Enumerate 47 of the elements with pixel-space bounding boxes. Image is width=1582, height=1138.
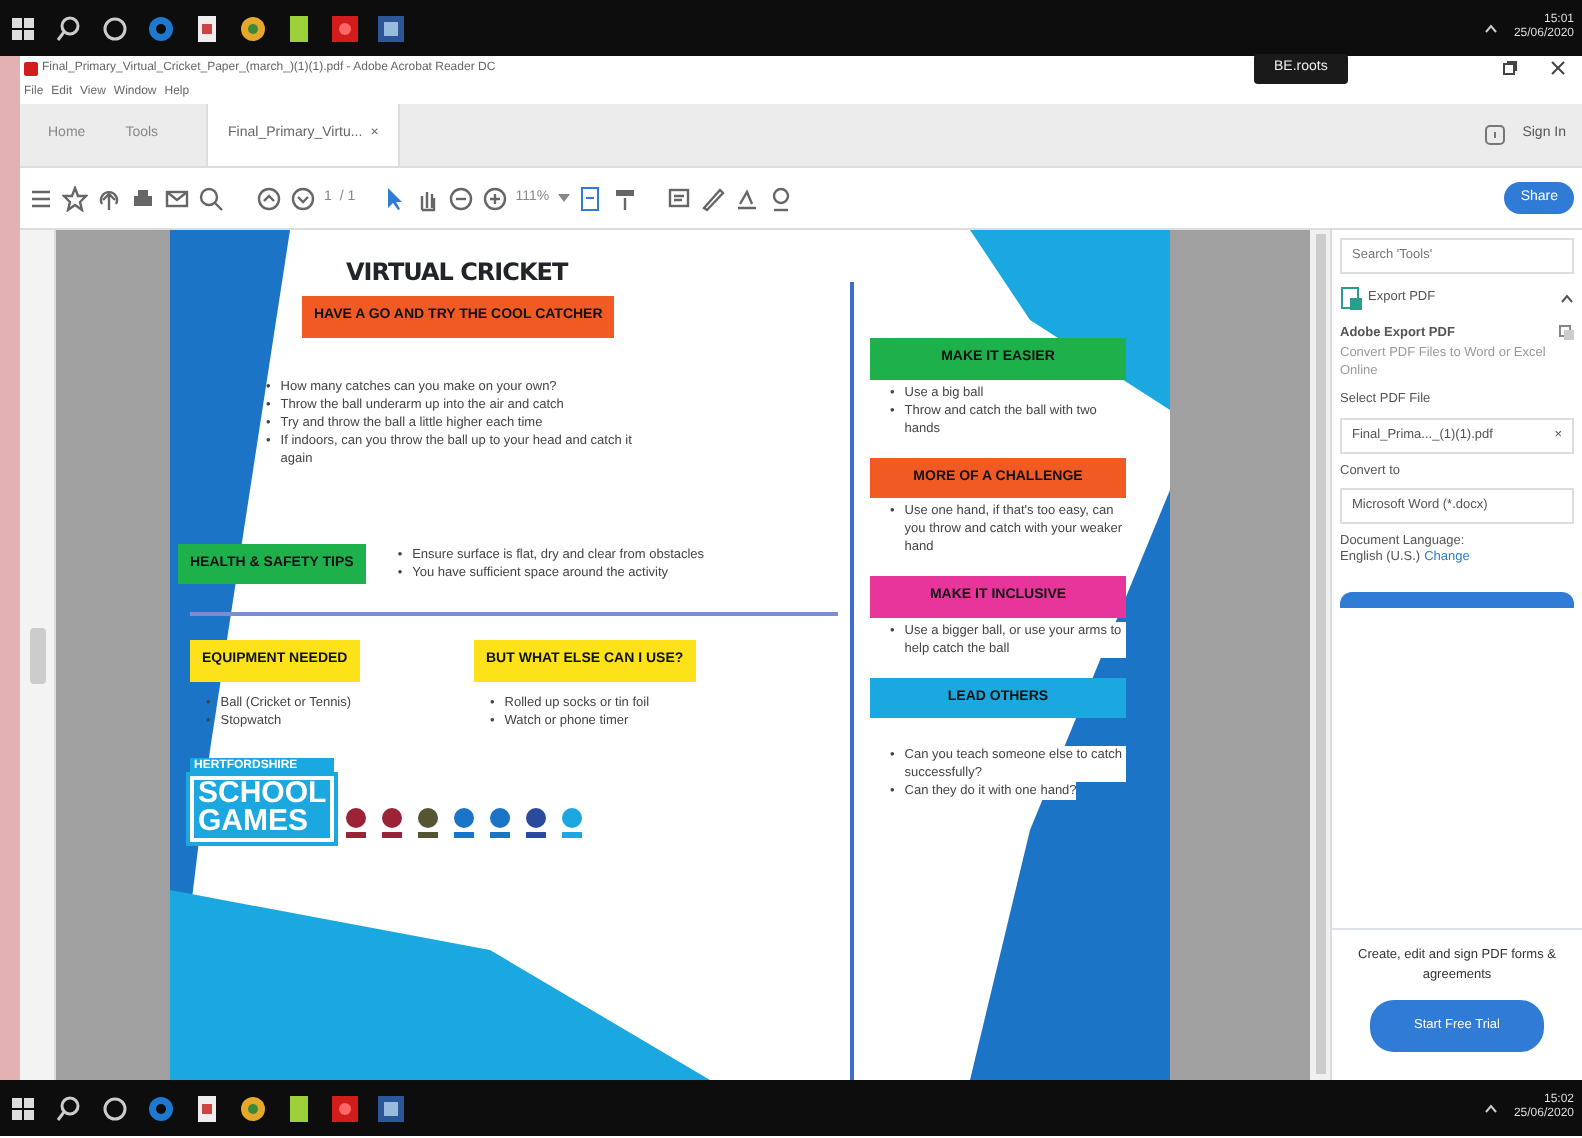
- mail-icon[interactable]: [164, 185, 190, 211]
- restore-icon[interactable]: [1502, 60, 1518, 76]
- browser-icon[interactable]: [146, 1093, 176, 1123]
- pdf-icon[interactable]: [330, 13, 360, 43]
- scroll-mode-icon[interactable]: [611, 185, 638, 211]
- page-up-icon[interactable]: [256, 185, 282, 211]
- stamp-icon[interactable]: [767, 185, 794, 211]
- partner-logo-icon: [486, 805, 515, 842]
- page-fit-icon[interactable]: [577, 185, 604, 211]
- partner-logo-icon: [450, 805, 479, 842]
- circle-icon[interactable]: [100, 13, 130, 43]
- convert-button[interactable]: [1340, 591, 1574, 607]
- partner-logo-icon: [522, 805, 551, 842]
- chevron-up-icon[interactable]: [1560, 293, 1574, 304]
- zoom-out-icon[interactable]: [447, 185, 474, 211]
- circle-icon[interactable]: [100, 1093, 130, 1123]
- upload-icon[interactable]: [96, 185, 122, 211]
- search-icon[interactable]: [54, 13, 84, 43]
- zoom-in-icon[interactable]: [481, 185, 508, 211]
- comment-icon[interactable]: [665, 185, 692, 211]
- copy-icon[interactable]: [1558, 323, 1574, 340]
- notebook-icon[interactable]: [284, 1093, 314, 1123]
- page-down-icon[interactable]: [290, 185, 316, 211]
- help-icon[interactable]: [1484, 124, 1507, 146]
- notebook-icon[interactable]: [284, 13, 314, 43]
- list-icon[interactable]: [28, 185, 54, 211]
- close-icon[interactable]: [1550, 60, 1566, 76]
- school-games-logo: SCHOOL GAMES: [190, 776, 335, 842]
- document-icon[interactable]: [192, 1093, 222, 1123]
- scrollbar-thumb[interactable]: [1315, 234, 1325, 1074]
- sign-icon[interactable]: [733, 185, 760, 211]
- partner-logo-icon: [558, 805, 587, 842]
- caret-icon[interactable]: [557, 194, 570, 202]
- print-icon[interactable]: [130, 185, 156, 211]
- search-icon[interactable]: [54, 1093, 84, 1123]
- pen-icon[interactable]: [699, 185, 726, 211]
- zoom-search-icon[interactable]: [198, 185, 224, 211]
- document-icon[interactable]: [192, 13, 222, 43]
- pdf-icon[interactable]: [330, 1093, 360, 1123]
- partner-logo-icon: [342, 805, 371, 842]
- browser-icon[interactable]: [146, 13, 176, 43]
- page-title: VIRTUAL CRICKET: [346, 256, 571, 290]
- partner-logo-icon: [378, 805, 407, 842]
- star-icon[interactable]: [62, 185, 88, 211]
- export-pdf-icon: [1340, 285, 1364, 312]
- panel-handle[interactable]: [29, 627, 45, 683]
- partner-logo-icon: [414, 805, 443, 842]
